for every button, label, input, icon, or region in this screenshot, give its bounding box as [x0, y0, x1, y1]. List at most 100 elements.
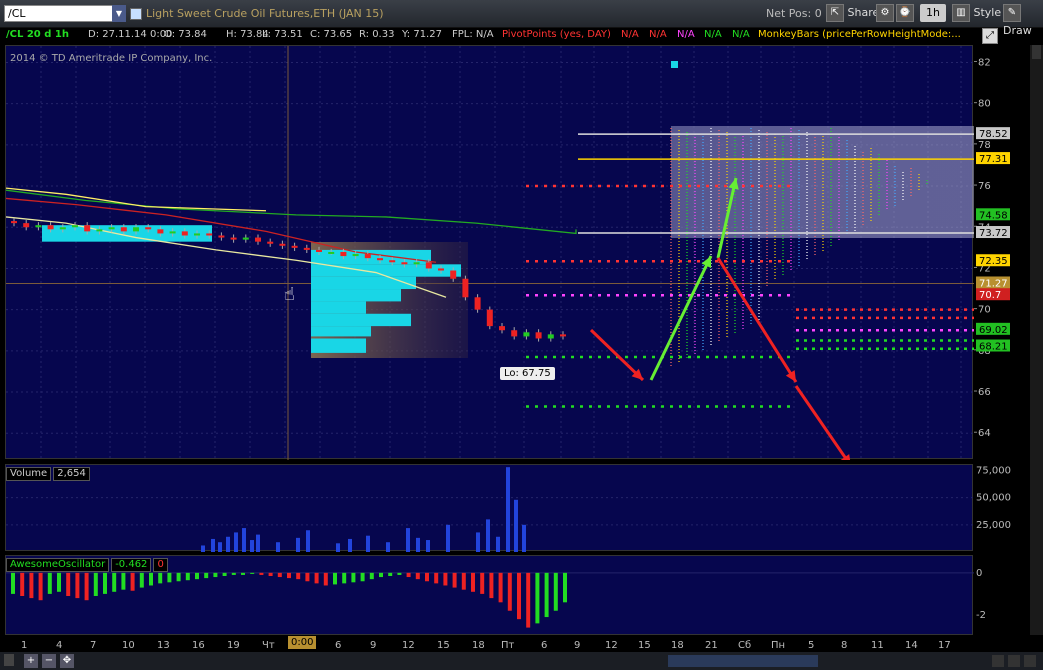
scroll-left-icon[interactable] — [992, 655, 1004, 667]
monkeybars-label[interactable]: MonkeyBars (pricePerRowHeightMode:... — [758, 29, 961, 40]
fpl-readout: FPL: N/A — [452, 29, 494, 40]
maximize-icon[interactable]: ⤢ — [982, 28, 998, 44]
price-label: 74.58 — [979, 210, 1008, 221]
ao-bar — [268, 572, 273, 576]
ao-bar — [452, 572, 457, 588]
ao-bar — [507, 572, 512, 611]
candle-body — [84, 225, 91, 232]
low-label: Lo: 67.75 — [500, 367, 555, 380]
ao-bar — [231, 572, 236, 575]
price-tick-label: 64 — [978, 428, 991, 439]
ao-bar — [443, 572, 448, 586]
chart-style-icon: ▥ — [952, 4, 970, 22]
price-panel[interactable]: 2014 © TD Ameritrade IP Company, Inc. Lo… — [5, 45, 974, 460]
ao-bar — [351, 572, 356, 583]
pivot-na-2: N/A — [649, 29, 667, 40]
volume-bar — [506, 467, 510, 552]
ao-bar — [75, 572, 80, 599]
ao-bar — [20, 572, 25, 596]
ao-bar — [544, 572, 549, 618]
ao-bar — [517, 572, 521, 620]
price-label: 71.27 — [979, 278, 1008, 289]
ao-bar — [103, 572, 107, 594]
volume-bar — [426, 540, 430, 552]
zoom-in-icon[interactable]: + — [24, 654, 38, 668]
profile-bar — [311, 289, 401, 302]
volume-tick-label: 50,000 — [976, 493, 1011, 504]
scroll-right-icon[interactable] — [1008, 655, 1020, 667]
ao-bar — [259, 572, 264, 575]
volume-bar — [476, 532, 480, 552]
symbol-input[interactable]: /CL — [4, 5, 126, 22]
scroll-end-icon[interactable] — [1024, 655, 1036, 667]
scroll-up-icon[interactable] — [1032, 45, 1041, 59]
ao-label[interactable]: AwesomeOscillator — [6, 558, 110, 572]
pivot-study-label[interactable]: PivotPoints (yes, DAY) — [502, 29, 611, 40]
ao-bar — [461, 572, 466, 590]
ao-bar — [535, 572, 540, 624]
drawings-button[interactable]: ✎ Draw — [1003, 4, 1043, 37]
candle-body — [438, 268, 444, 271]
pan-icon[interactable]: ✥ — [60, 654, 74, 668]
price-scale[interactable]: 6466687072747678808278.5277.3174.5873.72… — [974, 45, 1029, 635]
ao-bar — [47, 572, 52, 594]
volume-bar — [226, 536, 230, 552]
settings-button[interactable]: ⚙ — [876, 4, 894, 22]
symbol-dropdown-button[interactable]: ▼ — [112, 5, 126, 22]
ao-bar — [498, 572, 503, 603]
symbol-link-icon[interactable] — [130, 8, 142, 20]
candle-body — [35, 225, 42, 228]
ao-bar — [84, 572, 89, 601]
candle-body — [145, 227, 152, 230]
horizontal-scroll-thumb[interactable] — [668, 655, 818, 667]
ao-bar — [553, 572, 558, 611]
ao-bar — [149, 572, 153, 586]
ao-bar — [241, 572, 245, 575]
price-tick-label: 80 — [978, 99, 991, 110]
ao-bar — [121, 572, 126, 590]
collapse-icon[interactable] — [4, 654, 14, 666]
ao-bar — [130, 572, 135, 591]
forecast-arrow-line — [649, 255, 713, 381]
volume-panel[interactable]: Volume 2,654 — [5, 464, 974, 552]
volume-bar — [256, 534, 260, 552]
ao-bar — [425, 572, 429, 582]
ao-bar — [379, 572, 383, 578]
volume-label[interactable]: Volume — [6, 467, 52, 481]
candle-body — [511, 330, 518, 337]
profile-bar — [311, 313, 411, 327]
ao-bar — [480, 572, 485, 594]
candle-body — [206, 233, 213, 236]
ao-bar — [139, 572, 144, 588]
ao-tick-label: 0 — [976, 568, 982, 579]
time-tick-label: Пт — [501, 640, 515, 651]
time-tick-label: 1 — [21, 640, 27, 651]
volume-bar — [250, 540, 254, 552]
volume-value: 2,654 — [53, 467, 90, 481]
candle-body — [11, 221, 17, 224]
share-button[interactable]: ⇱ Share — [826, 4, 879, 22]
study-name[interactable]: /CL 20 d 1h — [6, 29, 69, 40]
vertical-scrollbar[interactable] — [1030, 45, 1043, 635]
candle-body — [316, 249, 322, 252]
style-button[interactable]: ▥ Style — [952, 4, 1001, 22]
ao-bar — [305, 572, 310, 582]
period-selector[interactable]: 1h — [920, 4, 946, 22]
period-button[interactable]: ⌚ — [896, 4, 914, 22]
ao-bar — [314, 572, 319, 584]
ao-bar — [66, 572, 71, 596]
awesome-oscillator-panel[interactable]: AwesomeOscillator -0.462 0 — [5, 555, 974, 635]
ao-bar — [213, 572, 218, 578]
candle-body — [401, 262, 408, 265]
volume-bar — [211, 538, 215, 552]
time-tick-label: 6 — [335, 640, 341, 651]
time-axis[interactable]: 14710131619Чт369121518Пт6912151821СбПн58… — [5, 636, 973, 652]
zoom-out-icon[interactable]: − — [42, 654, 56, 668]
ao-bar — [342, 572, 347, 584]
candle-body — [303, 247, 310, 250]
time-tick-label: 7 — [90, 640, 96, 651]
candle-body — [560, 334, 566, 337]
pivot-na-5: N/A — [732, 29, 750, 40]
ao-bar — [369, 572, 374, 580]
ao-bar — [471, 572, 475, 592]
